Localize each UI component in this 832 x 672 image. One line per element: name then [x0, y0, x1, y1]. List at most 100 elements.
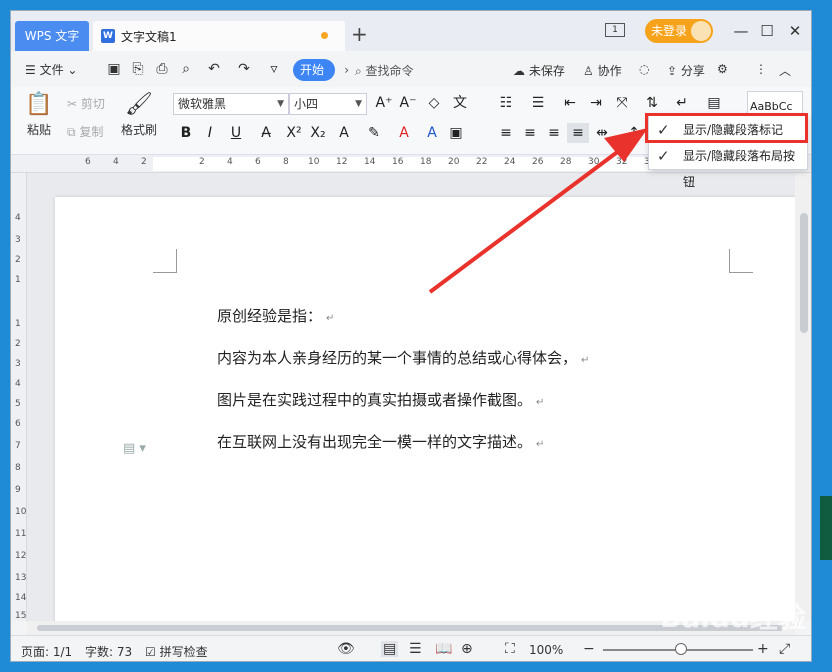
menu-item-toggle-layout-buttons[interactable]: ✓ 显示/隐藏段落布局按钮 [649, 143, 807, 189]
strikethrough-icon[interactable]: A̶ [255, 123, 277, 143]
italic-icon[interactable]: I [199, 123, 221, 143]
close-icon[interactable]: ✕ [783, 19, 807, 43]
copy-button[interactable]: ⧉ 复制 [67, 123, 103, 140]
new-tab-plus-icon[interactable]: + [351, 24, 368, 44]
zoom-slider-handle[interactable] [675, 643, 687, 655]
tab-document[interactable]: W 文字文稿1 [93, 21, 345, 51]
numbered-list-icon[interactable]: ☰ [527, 93, 549, 113]
margin-corner-tl [153, 249, 177, 273]
paragraph-mark: ↵ [536, 439, 545, 450]
settings-gear-icon[interactable]: ⚙ [717, 62, 728, 76]
vertical-scroll-thumb[interactable] [800, 213, 808, 333]
text-fill-color-icon[interactable]: A [421, 123, 443, 143]
decrease-font-icon[interactable]: A⁻ [397, 93, 419, 113]
font-size-value: 小四 [294, 97, 319, 111]
distributed-align-icon[interactable]: ⇹ [591, 123, 613, 143]
share-button[interactable]: ⇪ 分享 [667, 62, 705, 79]
collaborate-label: 协作 [597, 64, 622, 78]
font-name-select[interactable]: 微软雅黑 ▼ [173, 93, 289, 115]
align-justify-icon[interactable]: ≡ [567, 123, 589, 143]
fit-page-icon[interactable]: ⛶ [505, 641, 515, 657]
paragraph[interactable]: 原创经验是指： ↵ [217, 305, 334, 326]
sort-icon[interactable]: ⇅ [641, 93, 663, 113]
paragraph-text: 图片是在实践过程中的真实拍摄或者操作截图。 [217, 391, 533, 409]
align-left-icon[interactable]: ≡ [495, 123, 517, 143]
superscript-icon[interactable]: X² [283, 123, 305, 143]
page-view-icon[interactable]: ▤ [381, 641, 399, 657]
paragraph-text: 原创经验是指： [217, 307, 323, 325]
collaborate-button[interactable]: ♙ 协作 [583, 62, 622, 79]
spell-check-button[interactable]: ☑ 拼写检查 [145, 643, 208, 660]
decrease-indent-icon[interactable]: ⇤ [559, 93, 581, 113]
redo-icon[interactable]: ↷ [235, 60, 253, 78]
web-view-icon[interactable]: ⊕ [461, 641, 473, 657]
ruler-tick: 20 [448, 157, 460, 167]
export-pdf-icon[interactable]: ⎘ [129, 60, 147, 78]
underline-icon[interactable]: U [225, 123, 247, 143]
format-painter-button[interactable]: 🖌 格式刷 [119, 91, 159, 138]
print-preview-icon[interactable]: ⌕ [177, 60, 195, 78]
paste-label: 粘贴 [26, 123, 51, 137]
clear-format-icon[interactable]: ◇ [423, 93, 445, 113]
highlight-pen-icon[interactable]: ✎ [363, 123, 385, 143]
minimize-icon[interactable]: — [729, 19, 753, 43]
align-right-icon[interactable]: ≡ [543, 123, 565, 143]
print-icon[interactable]: ⎙ [153, 60, 171, 78]
paragraph[interactable]: 图片是在实践过程中的真实拍摄或者操作截图。 ↵ [217, 389, 544, 410]
cut-button[interactable]: ✂ 剪切 [67, 95, 105, 112]
ruler-tick: 4 [15, 379, 21, 389]
format-painter-label: 格式刷 [120, 123, 157, 137]
page-count[interactable]: 页面: 1/1 [21, 643, 72, 660]
customize-chevron-icon[interactable]: ▿ [265, 60, 283, 78]
document-page[interactable]: 原创经验是指： ↵ 内容为本人亲身经历的某一个事情的总结或心得体会， ↵ 图片是在实… [55, 197, 797, 627]
bold-icon[interactable]: B [175, 123, 197, 143]
reading-view-icon[interactable]: 📖 [435, 641, 452, 657]
zoom-level[interactable]: 100% [529, 643, 563, 657]
file-menu-label: 文件 [39, 63, 64, 77]
paragraph-mark-toggle-icon[interactable]: ↵ [671, 93, 693, 113]
vertical-ruler[interactable]: 4 3 2 1 1 2 3 4 5 6 7 8 9 10 11 12 13 14… [11, 173, 27, 621]
ruler-tick: 22 [476, 157, 488, 167]
tab-wps-home[interactable]: WPS 文字 [15, 21, 89, 51]
font-color-icon[interactable]: A [393, 123, 415, 143]
char-border-icon[interactable]: ▣ [445, 123, 467, 143]
collaborate-icon: ♙ [583, 64, 598, 78]
paste-button[interactable]: 📋 粘贴 [19, 91, 59, 138]
vertical-scrollbar[interactable] [795, 173, 811, 621]
zoom-in-icon[interactable]: + [757, 641, 769, 657]
fullscreen-icon[interactable]: ⤢ [779, 641, 790, 657]
maximize-icon[interactable]: ☐ [755, 19, 779, 43]
ruler-tick: 4 [113, 157, 119, 167]
login-button[interactable]: 未登录 [645, 19, 713, 43]
bullet-list-icon[interactable]: ☷ [495, 93, 517, 113]
text-effect-icon[interactable]: A [333, 123, 355, 143]
paragraph[interactable]: 在互联网上没有出现完全一模一样的文字描述。 ↵ [217, 431, 544, 452]
font-size-select[interactable]: 小四 ▼ [289, 93, 367, 115]
comment-icon[interactable]: ◌ [639, 62, 649, 76]
tab-list-icon[interactable]: 1 [605, 23, 625, 37]
unsaved-cloud-button[interactable]: ☁ 未保存 [513, 62, 565, 79]
subscript-icon[interactable]: X₂ [307, 123, 329, 143]
word-count[interactable]: 字数: 73 [85, 643, 132, 660]
eye-protection-icon[interactable]: 👁 [337, 641, 355, 657]
align-center-icon[interactable]: ≡ [519, 123, 541, 143]
zoom-out-icon[interactable]: − [583, 641, 595, 657]
more-icon[interactable]: ⋮ [755, 62, 767, 76]
paragraph-layout-handle-icon[interactable]: ▤ ▾ [123, 441, 146, 456]
line-spacing-icon[interactable]: ↕ [623, 123, 645, 143]
save-icon[interactable]: ▣ [105, 60, 123, 78]
outline-view-icon[interactable]: ☰ [409, 641, 422, 657]
ruler-tick: 11 [15, 529, 27, 539]
chinese-layout-icon[interactable]: ⤧ [611, 93, 633, 113]
find-command-search[interactable]: ⌕ 查找命令 [355, 62, 414, 79]
increase-indent-icon[interactable]: ⇥ [585, 93, 607, 113]
file-menu[interactable]: ☰ 文件 ⌄ [25, 61, 77, 78]
phonetic-guide-icon[interactable]: 文 [449, 93, 471, 113]
collapse-ribbon-icon[interactable]: ︿ [779, 62, 791, 79]
table-ruler-icon[interactable]: ▤ [703, 93, 725, 113]
paragraph[interactable]: 内容为本人亲身经历的某一个事情的总结或心得体会， ↵ [217, 347, 589, 368]
increase-font-icon[interactable]: A⁺ [373, 93, 395, 113]
search-icon: ⌕ [355, 64, 366, 78]
undo-icon[interactable]: ↶ [205, 60, 223, 78]
tab-start[interactable]: 开始 › [293, 59, 349, 81]
